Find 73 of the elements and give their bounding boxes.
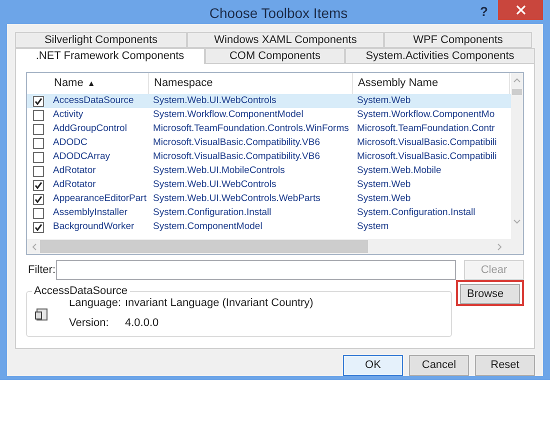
table-row[interactable]: AddGroupControl Microsoft.TeamFoundation.Controls.WinForms Microsoft.TeamFoundation.Contr [27,122,511,136]
table-cell: System.Workflow.ComponentMo [357,108,495,120]
tab[interactable]: .NET Framework Components [15,48,205,64]
table-row[interactable]: BackgroundWorker System.ComponentModel System [27,220,511,234]
table-cell: Microsoft.TeamFoundation.Contr [357,122,495,134]
checkbox[interactable] [32,96,44,106]
table-cell: AddGroupControl [53,122,127,134]
table-cell: System [357,220,389,232]
window-title: Choose Toolbox Items [209,4,348,22]
close-icon [516,5,526,15]
table-cell: AdRotator [53,178,96,190]
filter-label: Filter: [27,262,56,278]
table-cell: System.Web.UI.MobileControls [153,164,285,176]
tab[interactable]: COM Components [205,48,345,64]
table-cell: System.Workflow.ComponentModel [153,108,304,120]
checkbox[interactable] [32,194,44,204]
checkbox[interactable] [32,180,44,190]
browse-button[interactable]: Browse [460,284,520,304]
table-cell: System.Web [357,192,411,204]
table-row[interactable]: AdRotator System.Web.UI.MobileControls System.Web.Mobile [27,164,511,178]
table-cell: System.Web.UI.WebControls [153,94,276,106]
dialog-button[interactable]: OK [343,355,403,376]
table-cell: Microsoft.VisualBasic.Compatibility.VB6 [153,150,320,162]
table-cell: ADODC [53,136,88,148]
table-row[interactable]: ADODC Microsoft.VisualBasic.Compatibility.VB6 Microsoft.VisualBasic.Compatibili [27,136,511,150]
tab[interactable]: Windows XAML Components [187,32,384,48]
group-title: AccessDataSource [32,283,130,300]
version-label: Version: [69,316,110,331]
table-row[interactable]: AssemblyInstaller System.Configuration.Install System.Configuration.Install [27,206,511,220]
sort-indicator: ▲ [87,78,96,90]
checkbox[interactable] [32,110,44,120]
table-row[interactable]: AppearanceEditorPart System.Web.UI.WebControls.WebParts System.Web [27,192,511,206]
assembly-icon [35,308,48,320]
checkbox[interactable] [32,208,44,218]
table-cell: Microsoft.VisualBasic.Compatibili [357,136,497,148]
checkbox[interactable] [32,138,44,148]
tab[interactable]: Silverlight Components [15,32,187,48]
close-button[interactable] [498,0,543,20]
help-button[interactable]: ? [480,2,488,22]
table-cell: System.Web [357,178,411,190]
table-cell: Microsoft.TeamFoundation.Controls.WinForms [153,122,349,134]
table-cell: Activity [53,108,84,120]
table-cell: System.Configuration.Install [357,206,476,218]
checkbox[interactable] [32,152,44,162]
table-row[interactable]: AdRotator System.Web.UI.WebControls System.Web [27,178,511,192]
table-cell: System.ComponentModel [153,220,262,232]
table-cell: System.Web.UI.WebControls [153,178,276,190]
table-cell: System.Web.Mobile [357,164,442,176]
checkbox[interactable] [32,222,44,232]
table-cell: System.Configuration.Install [153,206,272,218]
scroll-thumb[interactable] [512,89,522,95]
table-cell: AdRotator [53,164,96,176]
tab[interactable]: System.Activities Components [345,48,535,64]
tab[interactable]: WPF Components [384,32,532,48]
table-cell: AssemblyInstaller [53,206,128,218]
table-cell: BackgroundWorker [53,220,134,232]
filter-field[interactable] [56,260,456,280]
vertical-scrollbar[interactable] [511,73,523,239]
checkbox[interactable] [32,124,44,134]
table-cell: AccessDataSource [53,94,134,106]
table-row[interactable]: ADODCArray Microsoft.VisualBasic.Compatibility.VB6 Microsoft.VisualBasic.Compatibili [27,150,511,164]
table-cell: ADODCArray [53,150,110,162]
dialog-button[interactable]: Cancel [409,355,469,376]
table-cell: AppearanceEditorPart [53,192,146,204]
table-row[interactable]: Activity System.Workflow.ComponentModel System.Workflow.ComponentMo [27,108,511,122]
checkbox[interactable] [32,166,44,176]
table-row[interactable]: AccessDataSource System.Web.UI.WebControls System.Web [27,94,511,108]
dialog-button[interactable]: Reset [475,355,535,376]
table-cell: Microsoft.VisualBasic.Compatibility.VB6 [153,136,320,148]
table-cell: System.Web.UI.WebControls.WebParts [153,192,320,204]
table-cell: System.Web [357,94,411,106]
version-value: 4.0.0.0 [125,316,160,331]
table-cell: Microsoft.VisualBasic.Compatibili [357,150,497,162]
